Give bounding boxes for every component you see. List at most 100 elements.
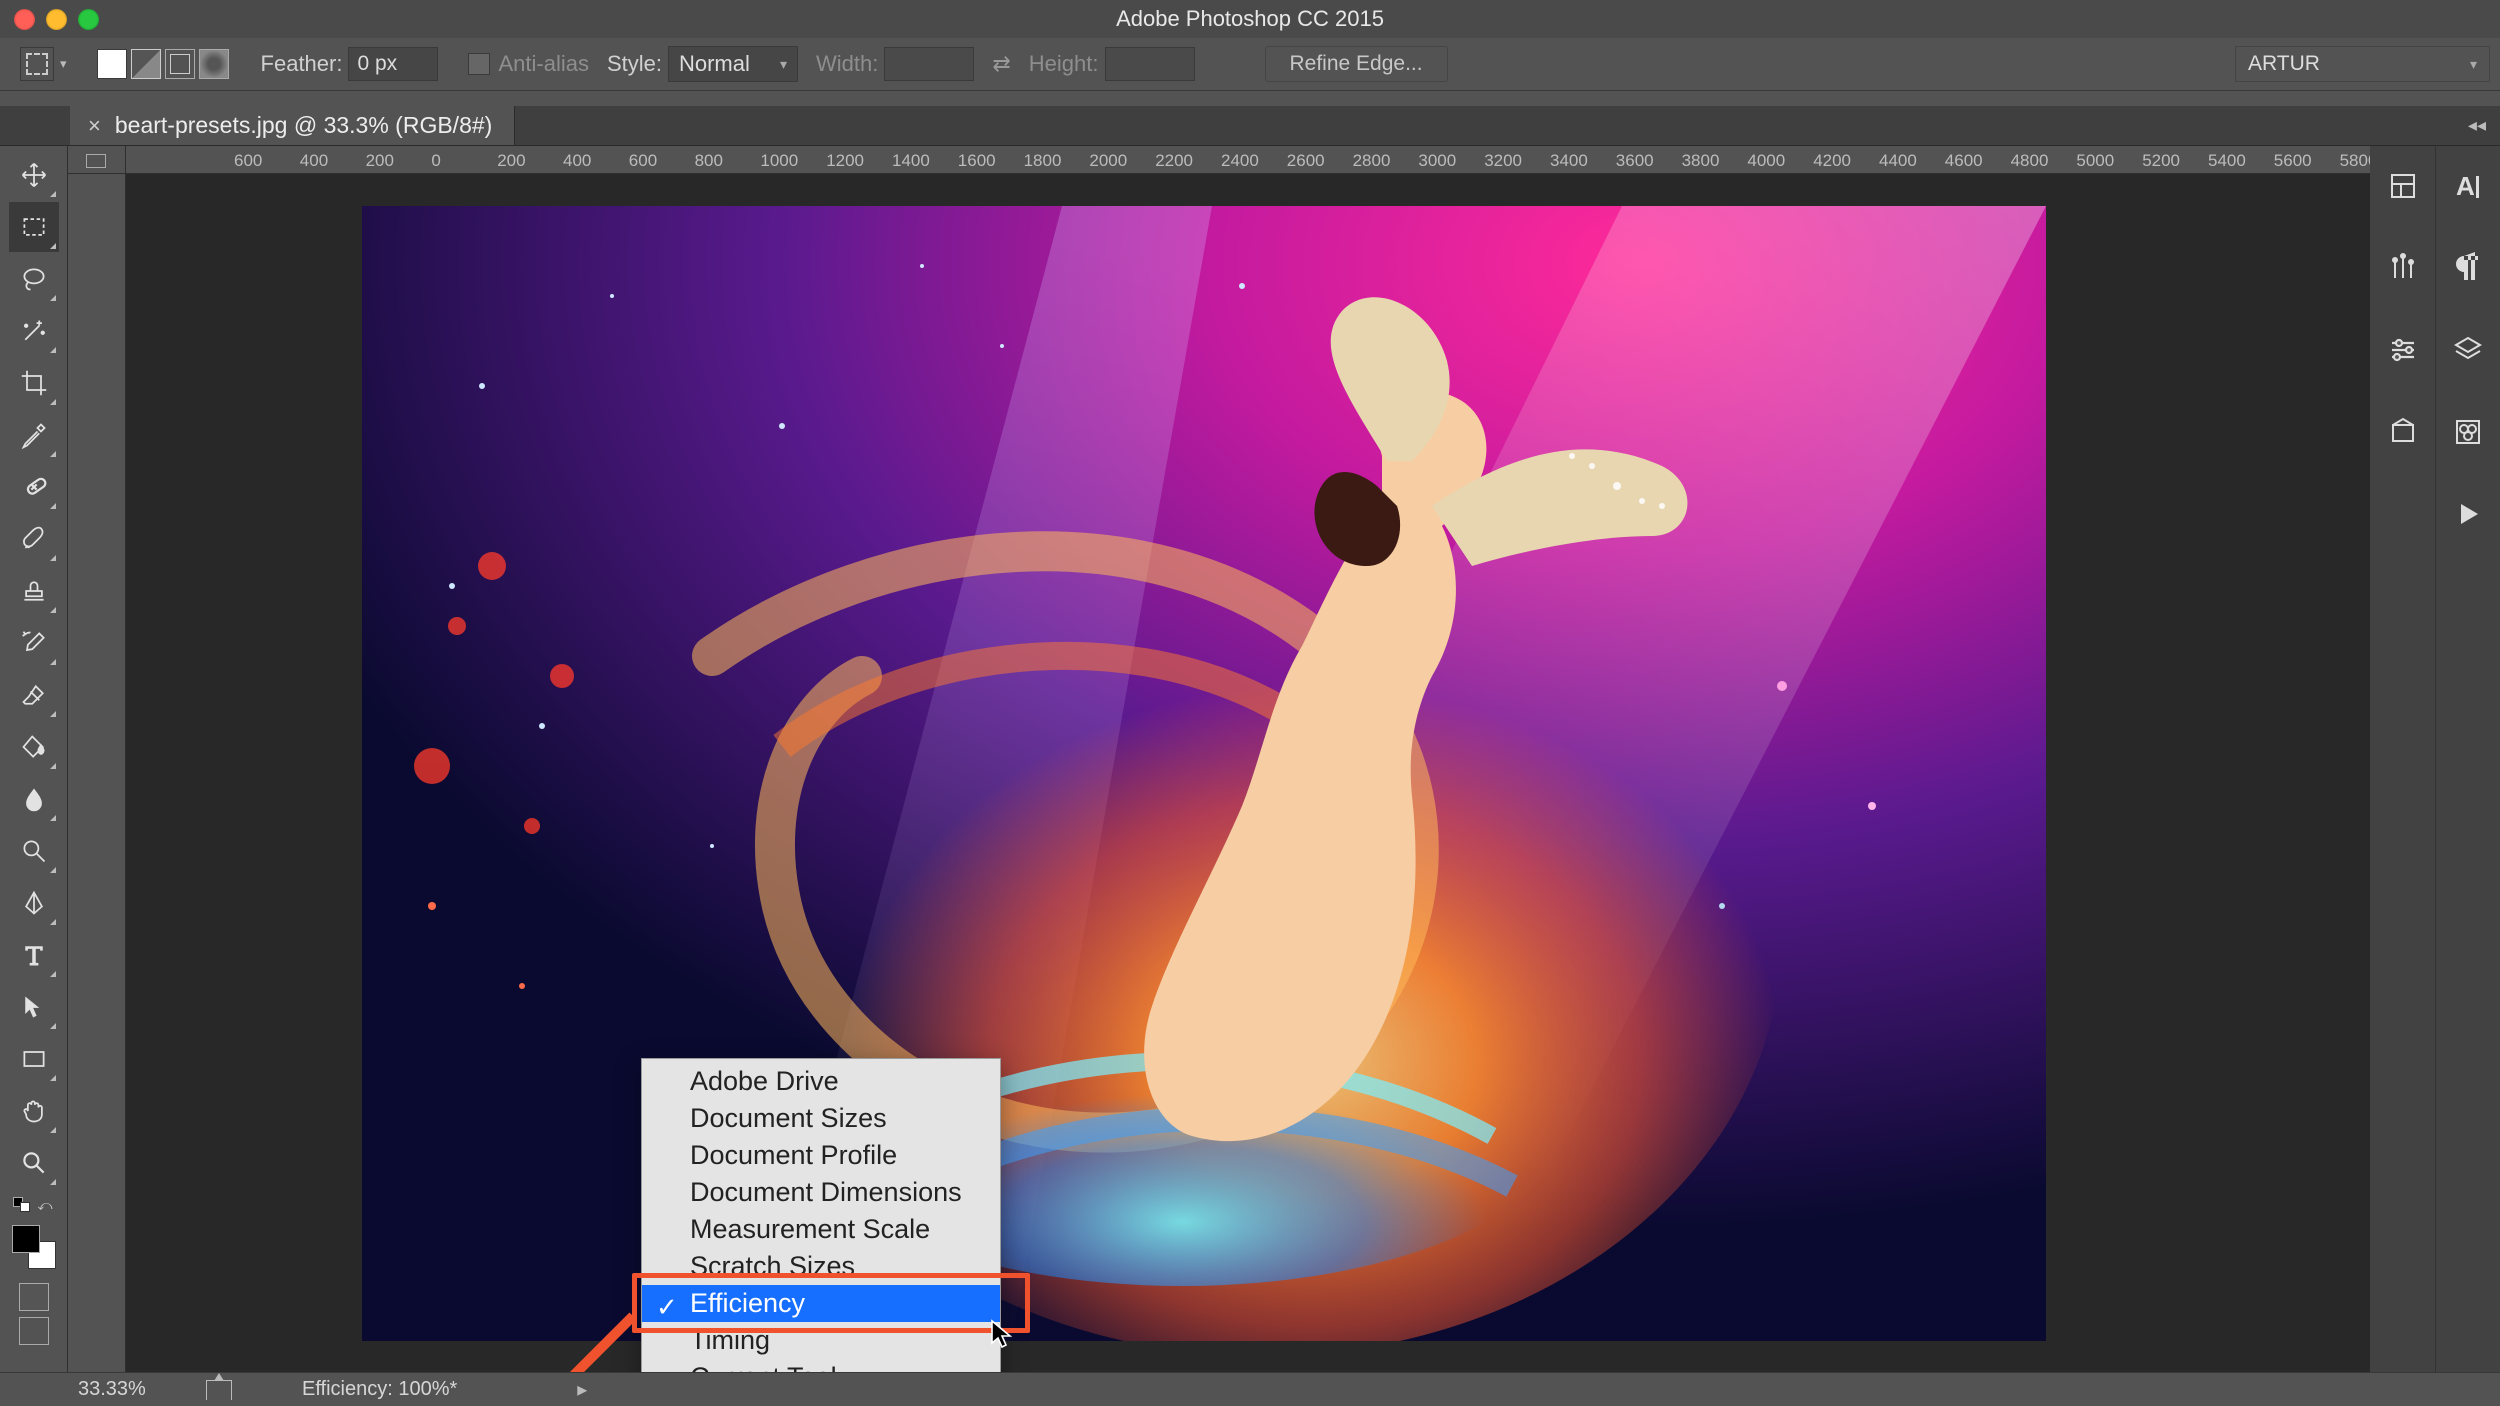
app-title: Adobe Photoshop CC 2015 [1116, 6, 1384, 32]
svg-text:A: A [2456, 171, 2475, 201]
move-tool[interactable] [9, 150, 59, 200]
antialias-checkbox[interactable] [468, 53, 490, 75]
quickmask-icon[interactable] [19, 1283, 49, 1311]
magic-wand-tool[interactable] [9, 306, 59, 356]
ruler-tick: 4200 [1813, 151, 1851, 171]
status-menu-item-document-sizes[interactable]: Document Sizes [642, 1100, 1000, 1137]
document-canvas[interactable] [362, 206, 2046, 1341]
status-menu-item-timing[interactable]: Timing [642, 1322, 1000, 1359]
style-select[interactable]: Normal ▾ [668, 46, 798, 82]
type-tool[interactable] [9, 930, 59, 980]
workspace-switcher[interactable]: ARTUR ▾ [2235, 46, 2490, 82]
eyedropper-tool[interactable] [9, 410, 59, 460]
chevron-down-icon[interactable]: ▾ [60, 56, 67, 72]
zoom-tool[interactable] [9, 1138, 59, 1188]
play-action-icon[interactable] [2448, 494, 2488, 534]
ruler-tick: 2800 [1353, 151, 1391, 171]
crop-tool[interactable] [9, 358, 59, 408]
share-icon[interactable] [206, 1380, 232, 1400]
refine-edge-button[interactable]: Refine Edge... [1265, 46, 1448, 82]
ruler-origin[interactable] [68, 146, 126, 174]
stamp-tool[interactable] [9, 566, 59, 616]
status-info-menu: Adobe Drive Document Sizes Document Profil… [641, 1058, 1001, 1372]
ruler-tick: 400 [300, 151, 328, 171]
history-brush-tool[interactable] [9, 618, 59, 668]
workspace-name: ARTUR [2248, 52, 2320, 76]
lasso-tool[interactable] [9, 254, 59, 304]
style-label: Style: [607, 51, 662, 77]
selection-intersect-icon[interactable] [199, 49, 229, 79]
rectangle-tool[interactable] [9, 1034, 59, 1084]
adjustments-panel-icon[interactable] [2383, 330, 2423, 370]
close-tab-icon[interactable]: × [88, 113, 101, 139]
color-reset-icon[interactable]: ⤺ [11, 1197, 57, 1211]
paint-bucket-tool[interactable] [9, 722, 59, 772]
status-menu-item-measurement-scale[interactable]: Measurement Scale [642, 1211, 1000, 1248]
ruler-tick: 1000 [760, 151, 798, 171]
canvas-workspace: 6004002000200400600800100012001400160018… [68, 146, 2370, 1372]
selection-subtract-icon[interactable] [165, 49, 195, 79]
vertical-ruler[interactable] [68, 174, 126, 1372]
canvas-image [362, 206, 2046, 1341]
pen-tool[interactable] [9, 878, 59, 928]
properties-panel-icon[interactable] [2383, 166, 2423, 206]
feather-label: Feather: [261, 51, 343, 77]
character-panel-icon[interactable]: A [2448, 166, 2488, 206]
horizontal-ruler[interactable]: 6004002000200400600800100012001400160018… [126, 146, 2370, 174]
styles-panel-icon[interactable] [2383, 412, 2423, 452]
channels-panel-icon[interactable] [2448, 412, 2488, 452]
ruler-tick: 1200 [826, 151, 864, 171]
screenmode-icon[interactable] [19, 1317, 49, 1345]
ruler-tick: 3200 [1484, 151, 1522, 171]
panel-column-2: A [2435, 146, 2500, 1372]
close-window-button[interactable] [14, 9, 35, 30]
selection-add-icon[interactable] [131, 49, 161, 79]
menu-item-label: Measurement Scale [690, 1214, 930, 1244]
ruler-tick: 5400 [2208, 151, 2246, 171]
feather-input[interactable] [348, 47, 438, 81]
link-dims-icon[interactable]: ⇄ [992, 51, 1010, 77]
width-input[interactable] [884, 47, 974, 81]
status-menu-item-adobe-drive[interactable]: Adobe Drive [642, 1063, 1000, 1100]
style-value: Normal [679, 51, 750, 77]
tools-panel: ⤺ [0, 146, 68, 1372]
layers-panel-icon[interactable] [2448, 330, 2488, 370]
menu-item-label: Efficiency [690, 1288, 805, 1318]
selection-mode-group [97, 49, 229, 79]
minimize-window-button[interactable] [46, 9, 67, 30]
document-tab-bar: × beart-presets.jpg @ 33.3% (RGB/8#) ◂◂ [0, 106, 2500, 146]
status-menu-item-document-profile[interactable]: Document Profile [642, 1137, 1000, 1174]
menu-item-label: Document Dimensions [690, 1177, 962, 1207]
collapse-panels-icon[interactable]: ◂◂ [2468, 115, 2500, 136]
hand-tool[interactable] [9, 1086, 59, 1136]
status-menu-item-current-tool[interactable]: Current Tool [642, 1359, 1000, 1372]
ruler-tick: 1400 [892, 151, 930, 171]
marquee-tool[interactable] [9, 202, 59, 252]
healing-tool[interactable] [9, 462, 59, 512]
status-menu-item-document-dimensions[interactable]: Document Dimensions [642, 1174, 1000, 1211]
menu-item-label: Document Sizes [690, 1103, 887, 1133]
status-info-chevron-icon[interactable]: ▸ [577, 1377, 587, 1402]
brushes-panel-icon[interactable] [2383, 248, 2423, 288]
blur-tool[interactable] [9, 774, 59, 824]
canvas-area[interactable] [126, 174, 2370, 1372]
eraser-tool[interactable] [9, 670, 59, 720]
brush-tool[interactable] [9, 514, 59, 564]
zoom-level[interactable]: 33.33% [78, 1378, 188, 1401]
ruler-tick: 200 [366, 151, 394, 171]
foreground-background-colors[interactable] [12, 1225, 56, 1269]
selection-new-icon[interactable] [97, 49, 127, 79]
status-menu-item-efficiency[interactable]: ✓Efficiency [642, 1285, 1000, 1322]
status-info[interactable]: Efficiency: 100%* [302, 1378, 457, 1401]
paragraph-panel-icon[interactable] [2448, 248, 2488, 288]
dodge-tool[interactable] [9, 826, 59, 876]
path-select-tool[interactable] [9, 982, 59, 1032]
ruler-tick: 400 [563, 151, 591, 171]
document-tab[interactable]: × beart-presets.jpg @ 33.3% (RGB/8#) [70, 106, 515, 145]
maximize-window-button[interactable] [78, 9, 99, 30]
menu-item-label: Adobe Drive [690, 1066, 839, 1096]
tool-preset-picker[interactable] [20, 47, 54, 81]
status-menu-item-scratch-sizes[interactable]: Scratch Sizes [642, 1248, 1000, 1285]
height-input[interactable] [1105, 47, 1195, 81]
dock-handle[interactable] [0, 91, 2500, 106]
